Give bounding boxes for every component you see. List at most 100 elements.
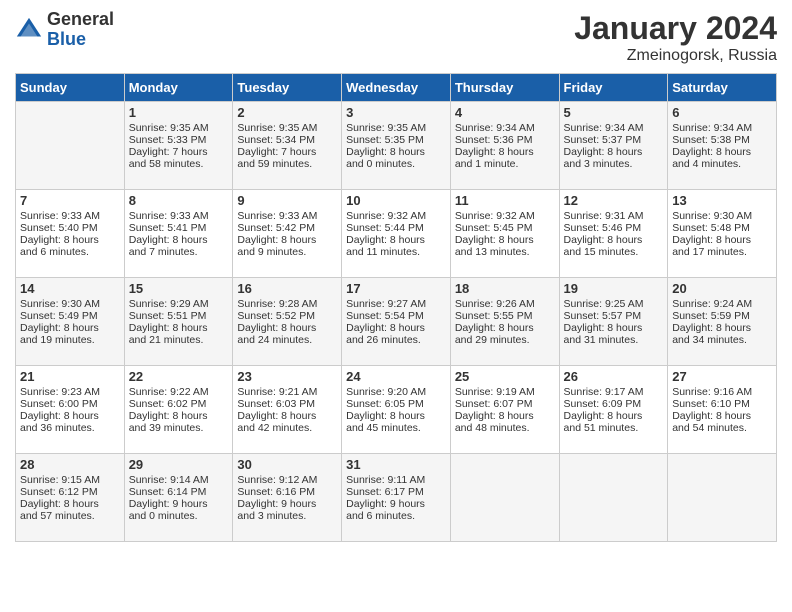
day-info: Sunset: 5:52 PM <box>237 310 337 322</box>
day-info: Sunrise: 9:29 AM <box>129 298 229 310</box>
day-info: Daylight: 8 hours <box>455 234 555 246</box>
day-info: Sunrise: 9:33 AM <box>129 210 229 222</box>
day-number: 29 <box>129 457 229 472</box>
week-row: 21Sunrise: 9:23 AMSunset: 6:00 PMDayligh… <box>16 366 777 454</box>
day-info: Sunset: 5:34 PM <box>237 134 337 146</box>
day-cell: 1Sunrise: 9:35 AMSunset: 5:33 PMDaylight… <box>124 102 233 190</box>
page-container: General Blue January 2024 Zmeinogorsk, R… <box>0 0 792 552</box>
day-info: and 59 minutes. <box>237 158 337 170</box>
day-cell: 10Sunrise: 9:32 AMSunset: 5:44 PMDayligh… <box>342 190 451 278</box>
day-number: 18 <box>455 281 555 296</box>
day-cell: 2Sunrise: 9:35 AMSunset: 5:34 PMDaylight… <box>233 102 342 190</box>
day-number: 12 <box>564 193 664 208</box>
day-info: Sunset: 5:51 PM <box>129 310 229 322</box>
day-info: Daylight: 8 hours <box>564 234 664 246</box>
day-info: Sunrise: 9:15 AM <box>20 474 120 486</box>
day-info: and 58 minutes. <box>129 158 229 170</box>
day-info: Sunrise: 9:19 AM <box>455 386 555 398</box>
header-cell: Friday <box>559 74 668 102</box>
day-cell: 18Sunrise: 9:26 AMSunset: 5:55 PMDayligh… <box>450 278 559 366</box>
day-info: Daylight: 8 hours <box>346 322 446 334</box>
day-info: Sunset: 6:00 PM <box>20 398 120 410</box>
day-info: Sunrise: 9:35 AM <box>237 122 337 134</box>
day-info: Sunset: 5:44 PM <box>346 222 446 234</box>
day-cell <box>559 454 668 542</box>
day-info: Daylight: 9 hours <box>237 498 337 510</box>
day-number: 14 <box>20 281 120 296</box>
day-cell: 24Sunrise: 9:20 AMSunset: 6:05 PMDayligh… <box>342 366 451 454</box>
day-cell: 30Sunrise: 9:12 AMSunset: 6:16 PMDayligh… <box>233 454 342 542</box>
day-info: Sunset: 5:35 PM <box>346 134 446 146</box>
day-info: Sunset: 5:41 PM <box>129 222 229 234</box>
day-info: Daylight: 8 hours <box>672 234 772 246</box>
day-info: and 29 minutes. <box>455 334 555 346</box>
day-cell: 14Sunrise: 9:30 AMSunset: 5:49 PMDayligh… <box>16 278 125 366</box>
day-cell <box>16 102 125 190</box>
day-info: Sunset: 6:07 PM <box>455 398 555 410</box>
day-info: Sunrise: 9:11 AM <box>346 474 446 486</box>
day-info: Sunrise: 9:24 AM <box>672 298 772 310</box>
day-info: Daylight: 8 hours <box>20 234 120 246</box>
day-info: and 42 minutes. <box>237 422 337 434</box>
week-row: 14Sunrise: 9:30 AMSunset: 5:49 PMDayligh… <box>16 278 777 366</box>
month-title: January 2024 <box>574 10 777 47</box>
day-info: and 36 minutes. <box>20 422 120 434</box>
day-info: Daylight: 8 hours <box>129 410 229 422</box>
header-row: SundayMondayTuesdayWednesdayThursdayFrid… <box>16 74 777 102</box>
day-number: 17 <box>346 281 446 296</box>
day-info: Sunset: 6:10 PM <box>672 398 772 410</box>
day-info: Sunset: 5:48 PM <box>672 222 772 234</box>
day-info: Sunrise: 9:34 AM <box>672 122 772 134</box>
day-info: Daylight: 8 hours <box>346 146 446 158</box>
day-cell: 3Sunrise: 9:35 AMSunset: 5:35 PMDaylight… <box>342 102 451 190</box>
day-info: and 39 minutes. <box>129 422 229 434</box>
day-cell: 25Sunrise: 9:19 AMSunset: 6:07 PMDayligh… <box>450 366 559 454</box>
day-info: Sunset: 6:05 PM <box>346 398 446 410</box>
day-info: Sunrise: 9:23 AM <box>20 386 120 398</box>
day-info: Sunrise: 9:34 AM <box>564 122 664 134</box>
day-info: and 6 minutes. <box>20 246 120 258</box>
day-info: Sunrise: 9:16 AM <box>672 386 772 398</box>
day-cell: 21Sunrise: 9:23 AMSunset: 6:00 PMDayligh… <box>16 366 125 454</box>
day-info: Daylight: 9 hours <box>129 498 229 510</box>
day-number: 23 <box>237 369 337 384</box>
day-number: 5 <box>564 105 664 120</box>
logo-text: General Blue <box>47 10 114 50</box>
day-info: and 4 minutes. <box>672 158 772 170</box>
day-info: Sunrise: 9:32 AM <box>346 210 446 222</box>
day-info: Daylight: 8 hours <box>346 410 446 422</box>
day-number: 19 <box>564 281 664 296</box>
day-number: 16 <box>237 281 337 296</box>
day-info: and 13 minutes. <box>455 246 555 258</box>
day-info: Daylight: 8 hours <box>237 410 337 422</box>
day-info: Sunrise: 9:33 AM <box>20 210 120 222</box>
day-info: and 1 minute. <box>455 158 555 170</box>
day-info: Sunrise: 9:35 AM <box>346 122 446 134</box>
day-cell: 7 Sunrise: 9:33 AMSunset: 5:40 PMDaylight… <box>16 190 125 278</box>
day-info: and 57 minutes. <box>20 510 120 522</box>
day-info: Daylight: 8 hours <box>672 322 772 334</box>
day-info: Sunrise: 9:12 AM <box>237 474 337 486</box>
day-info: Daylight: 8 hours <box>672 410 772 422</box>
day-info: Sunset: 6:03 PM <box>237 398 337 410</box>
day-number: 20 <box>672 281 772 296</box>
day-number: 7 <box>20 193 120 208</box>
day-info: Sunset: 5:54 PM <box>346 310 446 322</box>
day-info: Sunset: 5:40 PM <box>20 222 120 234</box>
day-info: Sunset: 5:45 PM <box>455 222 555 234</box>
logo-icon <box>15 16 43 44</box>
day-info: Sunrise: 9:33 AM <box>237 210 337 222</box>
day-cell: 6Sunrise: 9:34 AMSunset: 5:38 PMDaylight… <box>668 102 777 190</box>
day-cell: 16Sunrise: 9:28 AMSunset: 5:52 PMDayligh… <box>233 278 342 366</box>
day-cell: 22Sunrise: 9:22 AMSunset: 6:02 PMDayligh… <box>124 366 233 454</box>
day-info: Sunset: 5:42 PM <box>237 222 337 234</box>
day-info: Sunset: 5:55 PM <box>455 310 555 322</box>
day-cell: 12Sunrise: 9:31 AMSunset: 5:46 PMDayligh… <box>559 190 668 278</box>
day-cell: 17Sunrise: 9:27 AMSunset: 5:54 PMDayligh… <box>342 278 451 366</box>
day-info: and 54 minutes. <box>672 422 772 434</box>
day-number: 30 <box>237 457 337 472</box>
header-cell: Saturday <box>668 74 777 102</box>
header-cell: Sunday <box>16 74 125 102</box>
header-cell: Monday <box>124 74 233 102</box>
day-info: Daylight: 8 hours <box>564 410 664 422</box>
